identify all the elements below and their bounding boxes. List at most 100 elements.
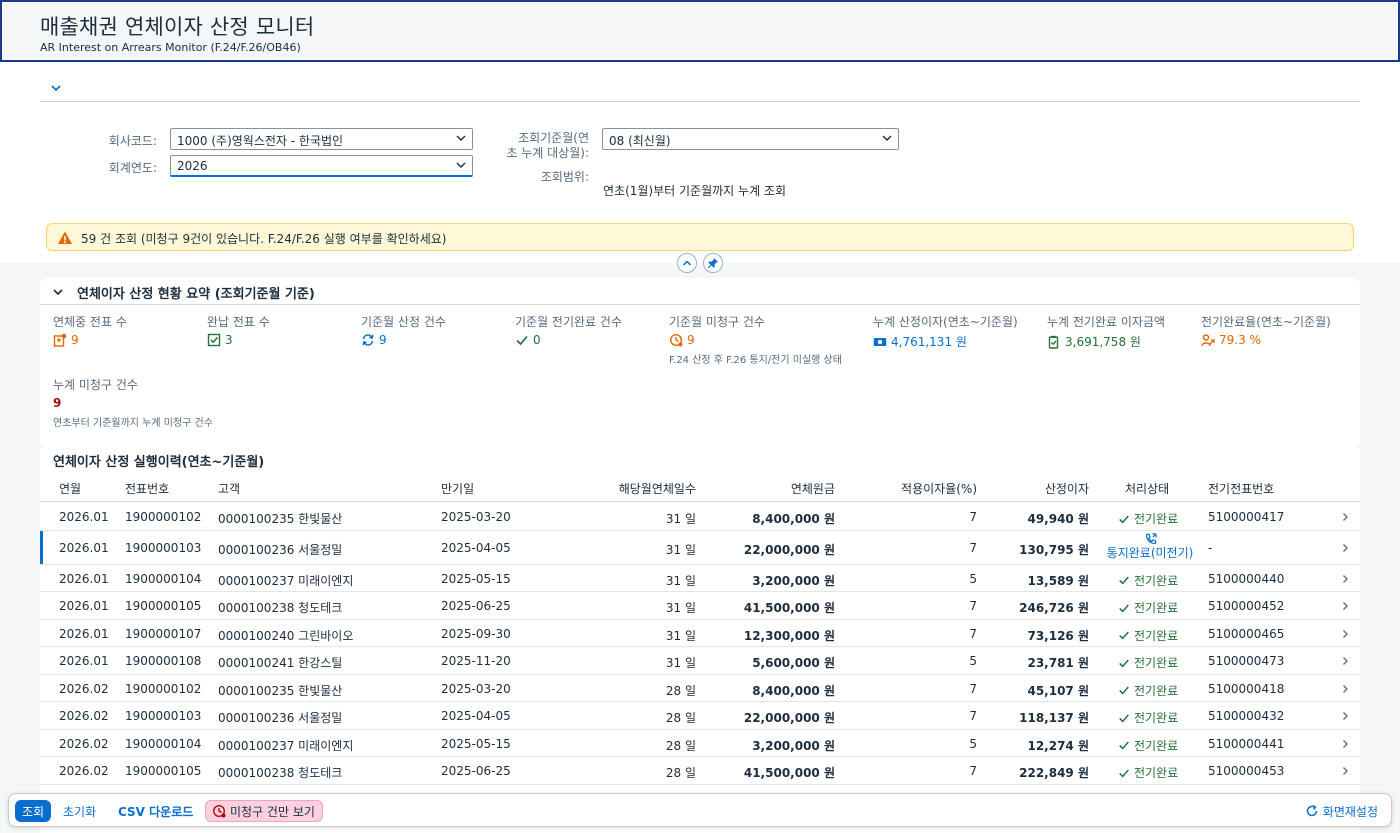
table-row[interactable]: 2026.01 1900000108 0000100241 한강스틸 2025-11-… bbox=[40, 647, 1360, 675]
cell-due: 2025-11-20 bbox=[441, 654, 511, 668]
column-header[interactable]: 처리상태 bbox=[1125, 480, 1169, 497]
base-month-label-line2: 초 누계 대상월): bbox=[506, 146, 589, 160]
cell-doc: 1900000104 bbox=[125, 571, 202, 586]
cell-principal: 22,000,000 원 bbox=[743, 711, 835, 725]
page-subtitle: AR Interest on Arrears Monitor (F.24/F.2… bbox=[40, 41, 301, 54]
status-label: 전기완료 bbox=[1134, 738, 1179, 753]
search-button[interactable]: 조회 bbox=[15, 800, 52, 822]
kpi-overdue-docs: 연체중 전표 수 9 bbox=[53, 313, 127, 347]
table-row[interactable]: 2026.02 1900000104 0000100237 미래이엔지 2025-05… bbox=[40, 729, 1360, 757]
csv-download-button[interactable]: CSV 다운로드 bbox=[111, 800, 200, 822]
range-value: 연초(1월)부터 기준월까지 누계 조회 bbox=[603, 184, 787, 198]
check-icon bbox=[1119, 686, 1129, 695]
unbilled-only-button[interactable]: 미청구 건만 보기 bbox=[205, 800, 323, 822]
status-posted: 전기완료 bbox=[1118, 764, 1178, 781]
kpi-cumulative-posted-amount: 누계 전기완료 이자금액 3,691,758 원 bbox=[1047, 313, 1165, 350]
cell-days: 28 일 bbox=[665, 738, 696, 753]
reset-view-button[interactable]: 화면재설정 bbox=[1298, 800, 1385, 822]
check-icon bbox=[1119, 659, 1129, 667]
fiscal-year-select[interactable]: 2026 bbox=[170, 155, 473, 177]
cell-cust: 0000100238 청도테크 bbox=[218, 766, 343, 780]
status-posted: 전기완료 bbox=[1118, 510, 1178, 527]
column-header[interactable]: 만기일 bbox=[441, 480, 474, 497]
column-header[interactable]: 적용이자율(%) bbox=[901, 480, 977, 497]
row-navigate-chevron-right-icon[interactable] bbox=[1340, 512, 1350, 522]
base-month-label-line1: 조회기준월(연 bbox=[518, 131, 589, 145]
row-navigate-chevron-right-icon[interactable] bbox=[1340, 543, 1350, 553]
column-header[interactable]: 해당월연체일수 bbox=[619, 480, 696, 497]
row-navigate-chevron-right-icon[interactable] bbox=[1340, 574, 1350, 584]
status-posted: 전기완료 bbox=[1118, 599, 1178, 616]
column-header[interactable]: 산정이자 bbox=[1045, 480, 1089, 497]
table-row[interactable]: 2026.01 1900000107 0000100240 그린바이오 2025-09… bbox=[40, 619, 1360, 647]
cell-interest: 23,781 원 bbox=[1027, 656, 1089, 670]
status-label: 전기완료 bbox=[1134, 628, 1179, 643]
summary-header[interactable]: 연체이자 산정 현황 요약 (조회기준월 기준) bbox=[40, 281, 1360, 305]
cell-days: 31 일 bbox=[665, 512, 696, 526]
cell-rate: 7 bbox=[969, 599, 977, 613]
table-title: 연체이자 산정 실행이력(연초~기준월) bbox=[53, 455, 265, 470]
cell-days: 31 일 bbox=[665, 656, 696, 670]
column-header[interactable]: 고객 bbox=[218, 480, 240, 497]
cell-ym: 2026.01 bbox=[59, 571, 109, 586]
collapse-filter-chevron-down-icon[interactable] bbox=[50, 82, 62, 94]
table-row[interactable]: 2026.01 1900000102 0000100235 한빛물산 2025-03-… bbox=[40, 503, 1360, 531]
kpi-value: 9 bbox=[687, 333, 695, 347]
check-icon bbox=[1119, 515, 1129, 523]
status-posted: 전기완료 bbox=[1118, 709, 1178, 726]
row-navigate-chevron-right-icon[interactable] bbox=[1340, 684, 1350, 694]
kpi-label: 누계 산정이자(연초~기준월) bbox=[873, 315, 1018, 329]
cell-due: 2025-05-15 bbox=[441, 571, 511, 586]
table-row[interactable]: 2026.02 1900000103 0000100236 서울정밀 2025-04-… bbox=[40, 702, 1360, 730]
money-icon bbox=[873, 337, 887, 346]
cell-principal: 41,500,000 원 bbox=[743, 601, 835, 615]
cell-rate: 5 bbox=[969, 571, 977, 586]
cell-post: 5100000441 bbox=[1208, 736, 1285, 751]
column-header[interactable]: 전표번호 bbox=[125, 480, 169, 497]
kpi-value: 79.3 % bbox=[1219, 333, 1261, 347]
row-navigate-chevron-right-icon[interactable] bbox=[1340, 711, 1350, 721]
pin-header-button[interactable] bbox=[703, 253, 723, 273]
cell-ym: 2026.01 bbox=[59, 540, 109, 555]
row-navigate-chevron-right-icon[interactable] bbox=[1340, 629, 1350, 639]
status-posted: 전기완료 bbox=[1118, 627, 1178, 644]
kpi-base-month-calc: 기준월 산정 건수 9 bbox=[361, 313, 446, 347]
cell-due: 2025-09-30 bbox=[441, 626, 511, 641]
cell-rate: 7 bbox=[969, 626, 977, 641]
company-code-select[interactable]: 1000 (주)영웍스전자 - 한국법인 bbox=[170, 128, 473, 150]
reset-button[interactable]: 초기화 bbox=[56, 800, 103, 822]
table-row[interactable]: 2026.01 1900000103 0000100236 서울정밀 2025-04-… bbox=[40, 530, 1360, 565]
cell-due: 2025-04-05 bbox=[441, 709, 511, 723]
row-navigate-chevron-right-icon[interactable] bbox=[1340, 656, 1350, 666]
column-header[interactable]: 전기전표번호 bbox=[1208, 480, 1274, 497]
row-navigate-chevron-right-icon[interactable] bbox=[1340, 739, 1350, 749]
cell-doc: 1900000102 bbox=[125, 681, 202, 696]
table-row[interactable]: 2026.01 1900000105 0000100238 청도테크 2025-06-… bbox=[40, 592, 1360, 620]
cell-cust: 0000100236 서울정밀 bbox=[218, 711, 343, 725]
table-row[interactable]: 2026.02 1900000105 0000100238 청도테크 2025-06-… bbox=[40, 757, 1360, 785]
cell-doc: 1900000103 bbox=[125, 540, 202, 555]
table-row[interactable]: 2026.01 1900000104 0000100237 미래이엔지 2025-05… bbox=[40, 564, 1360, 592]
warning-icon bbox=[58, 231, 72, 244]
cell-doc: 1900000103 bbox=[125, 709, 202, 723]
row-navigate-chevron-right-icon[interactable] bbox=[1340, 601, 1350, 611]
collapse-header-button[interactable] bbox=[677, 253, 697, 273]
fiscal-year-label: 회계연도: bbox=[108, 161, 157, 175]
cell-doc: 1900000104 bbox=[125, 736, 202, 751]
column-header[interactable]: 연월 bbox=[59, 480, 81, 497]
status-label: 전기완료 bbox=[1134, 512, 1179, 526]
check-icon bbox=[516, 335, 528, 346]
kpi-label: 누계 미청구 건수 bbox=[53, 378, 138, 392]
cell-days: 31 일 bbox=[665, 542, 696, 557]
column-header[interactable]: 연체원금 bbox=[791, 480, 835, 497]
cell-rate: 7 bbox=[969, 764, 977, 778]
kpi-cumulative-unbilled: 누계 미청구 건수 9 연초부터 기준월까지 누계 미청구 건수 bbox=[53, 376, 213, 429]
row-highlight-indicator bbox=[40, 530, 43, 564]
cell-days: 28 일 bbox=[665, 766, 696, 780]
row-navigate-chevron-right-icon[interactable] bbox=[1340, 766, 1350, 776]
base-month-select[interactable]: 08 (최신월) bbox=[602, 128, 899, 150]
cell-principal: 12,300,000 원 bbox=[743, 628, 835, 643]
table-row[interactable]: 2026.02 1900000102 0000100235 한빛물산 2025-03-… bbox=[40, 674, 1360, 702]
kpi-value: 9 bbox=[71, 333, 79, 347]
cell-post: 5100000418 bbox=[1208, 681, 1285, 696]
